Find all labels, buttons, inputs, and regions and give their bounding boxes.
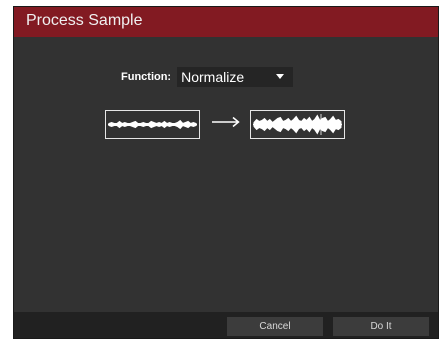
dialog-footer: Cancel Do It bbox=[14, 312, 438, 338]
function-row: Function: Normalize bbox=[121, 67, 294, 87]
right-arrow-icon bbox=[212, 116, 240, 128]
waveform-after-icon bbox=[250, 110, 345, 139]
function-select[interactable]: Normalize bbox=[177, 67, 294, 87]
dropdown-triangle-icon bbox=[276, 74, 285, 79]
process-sample-dialog: Process Sample Function: Normalize Cance… bbox=[14, 7, 438, 338]
title-bar: Process Sample bbox=[14, 7, 438, 37]
do-it-button[interactable]: Do It bbox=[333, 317, 429, 336]
waveform-before-icon bbox=[105, 110, 200, 139]
cancel-button[interactable]: Cancel bbox=[227, 317, 323, 336]
function-selected-value: Normalize bbox=[181, 69, 245, 85]
function-label: Function: bbox=[121, 71, 172, 83]
dialog-title: Process Sample bbox=[26, 12, 143, 29]
